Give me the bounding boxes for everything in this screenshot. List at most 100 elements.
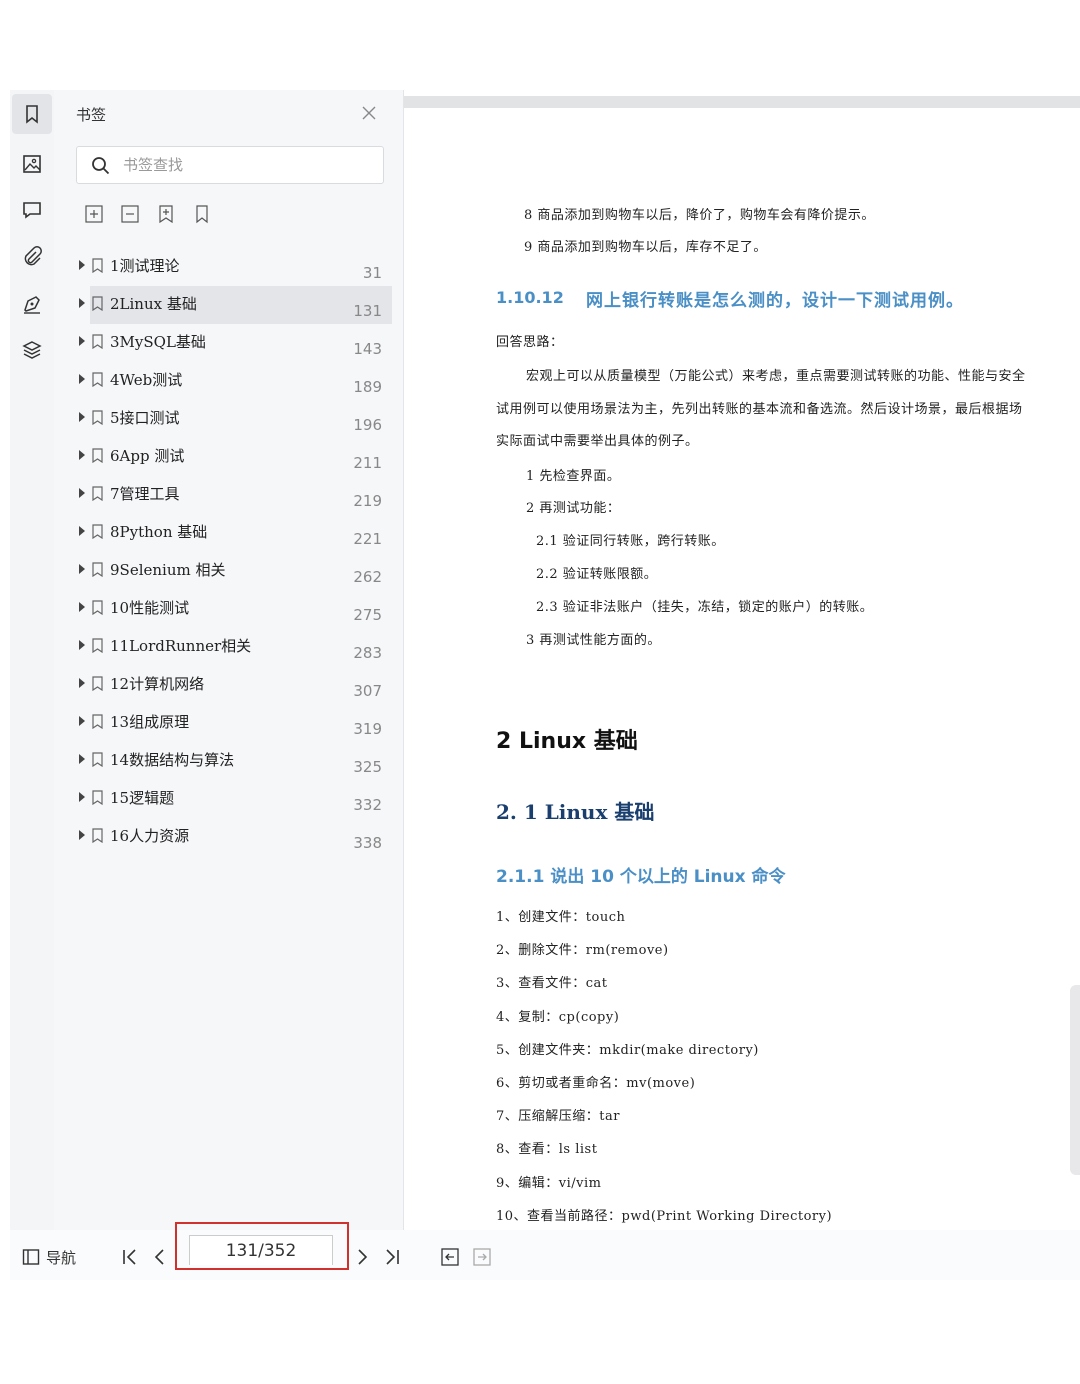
comment-panel-button[interactable] <box>12 190 52 230</box>
bookmark-page-number: 332 <box>353 796 382 814</box>
bookmark-item[interactable]: 15逻辑题 332 <box>54 780 394 818</box>
bookmark-icon <box>92 372 103 387</box>
doc-line: 2 再测试功能： <box>526 501 621 516</box>
navigation-label: 导航 <box>46 1248 77 1267</box>
bookmark-item[interactable]: 9Selenium 相关 262 <box>54 552 394 590</box>
navigation-toggle[interactable]: 导航 <box>22 1246 76 1268</box>
bookmark-icon <box>92 258 103 273</box>
expand-arrow-icon[interactable] <box>79 336 85 346</box>
back-view-button[interactable] <box>440 1246 460 1268</box>
collapse-all-button[interactable] <box>120 204 140 224</box>
bookmark-item[interactable]: 4Web测试 189 <box>54 362 394 400</box>
command-item: 8、查看：ls list <box>496 1142 598 1158</box>
last-page-button[interactable] <box>382 1246 402 1268</box>
previous-page-button[interactable] <box>150 1246 170 1268</box>
doc-line: 2.1 验证同行转账，跨行转账。 <box>536 534 725 549</box>
expand-arrow-icon[interactable] <box>79 526 85 536</box>
expand-arrow-icon[interactable] <box>79 298 85 308</box>
bookmark-label: 16人力资源 <box>110 827 190 845</box>
bookmark-icon <box>92 790 103 805</box>
bookmark-icon <box>92 600 103 615</box>
heading-title: 网上银行转账是怎么测的，设计一下测试用例。 <box>586 291 964 311</box>
first-page-icon <box>123 1249 136 1265</box>
bookmark-page-number: 319 <box>353 720 382 738</box>
attachment-panel-button[interactable] <box>12 236 52 276</box>
page-top-edge <box>404 96 1080 108</box>
bookmark-label: 3MySQL基础 <box>110 333 206 351</box>
bookmark-page-number: 189 <box>353 378 382 396</box>
bookmark-label: 5接口测试 <box>110 409 180 427</box>
signature-panel-button[interactable] <box>12 284 52 324</box>
expand-arrow-icon[interactable] <box>79 640 85 650</box>
expand-arrow-icon[interactable] <box>79 412 85 422</box>
bookmark-label: 6App 测试 <box>110 447 185 465</box>
remove-bookmark-button[interactable] <box>192 204 212 224</box>
expand-arrow-icon[interactable] <box>79 374 85 384</box>
command-item: 5、创建文件夹：mkdir(make directory) <box>496 1042 759 1058</box>
page-number-input[interactable] <box>189 1235 333 1265</box>
last-page-icon <box>386 1249 399 1265</box>
doc-line: 回答思路： <box>496 335 564 350</box>
expand-arrow-icon[interactable] <box>79 450 85 460</box>
bookmark-item[interactable]: 13组成原理 319 <box>54 704 394 742</box>
bookmark-item[interactable]: 12计算机网络 307 <box>54 666 394 704</box>
bookmark-item[interactable]: 6App 测试 211 <box>54 438 394 476</box>
bookmark-label: 7管理工具 <box>110 485 180 503</box>
next-page-button[interactable] <box>352 1246 372 1268</box>
doc-line: 9 商品添加到购物车以后，库存不足了。 <box>524 240 767 255</box>
thumbnail-panel-button[interactable] <box>12 144 52 184</box>
bookmark-icon <box>92 714 103 729</box>
bookmark-page-number: 211 <box>353 454 382 472</box>
bookmark-item[interactable]: 8Python 基础 221 <box>54 514 394 552</box>
bookmark-item[interactable]: 14数据结构与算法 325 <box>54 742 394 780</box>
expand-arrow-icon[interactable] <box>79 792 85 802</box>
bookmark-item[interactable]: 11LordRunner相关 283 <box>54 628 394 666</box>
command-item: 2、删除文件：rm(remove) <box>496 943 669 959</box>
bookmark-item[interactable]: 5接口测试 196 <box>54 400 394 438</box>
doc-paragraph: 试用例可以使用场景法为主，先列出转账的基本流和备选流。然后设计场景，最后根据场 <box>496 402 1023 417</box>
bookmark-label: 15逻辑题 <box>110 789 175 807</box>
doc-line: 1 先检查界面。 <box>526 469 621 484</box>
forward-view-button[interactable] <box>472 1246 492 1268</box>
bookmark-panel-button[interactable] <box>12 94 52 134</box>
comment-icon <box>23 202 41 219</box>
add-bookmark-button[interactable] <box>156 204 176 224</box>
layers-panel-button[interactable] <box>12 330 52 370</box>
bookmark-item[interactable]: 16人力资源 338 <box>54 818 394 856</box>
bookmark-item[interactable]: 7管理工具 219 <box>54 476 394 514</box>
bookmark-label: 1测试理论 <box>110 257 180 275</box>
expand-arrow-icon[interactable] <box>79 488 85 498</box>
close-icon[interactable] <box>360 104 378 122</box>
bookmark-icon <box>92 828 103 843</box>
first-page-button[interactable] <box>120 1246 140 1268</box>
bookmark-item[interactable]: 3MySQL基础 143 <box>54 324 394 362</box>
expand-arrow-icon[interactable] <box>79 602 85 612</box>
expand-arrow-icon[interactable] <box>79 716 85 726</box>
bookmark-label: 12计算机网络 <box>110 675 205 693</box>
page-indicator-highlight <box>175 1222 349 1270</box>
expand-arrow-icon[interactable] <box>79 830 85 840</box>
expand-icon <box>85 205 103 223</box>
status-bar: 导航 <box>10 1222 1080 1280</box>
doc-line: 2.2 验证转账限额。 <box>536 567 658 582</box>
expand-all-button[interactable] <box>84 204 104 224</box>
bookmark-label: 13组成原理 <box>110 713 190 731</box>
command-item: 4、复制：cp(copy) <box>496 1009 620 1025</box>
expand-arrow-icon[interactable] <box>79 678 85 688</box>
bookmark-item[interactable]: 2Linux 基础 131 <box>54 286 394 324</box>
bookmark-search-input[interactable] <box>123 153 373 177</box>
add-bookmark-icon <box>159 205 173 224</box>
command-item: 3、查看文件：cat <box>496 976 608 992</box>
forward-icon <box>473 1248 491 1266</box>
bookmark-page-number: 131 <box>353 302 382 320</box>
expand-arrow-icon[interactable] <box>79 564 85 574</box>
bookmark-icon <box>92 752 103 767</box>
bookmark-label: 8Python 基础 <box>110 523 208 541</box>
bookmark-page-number: 283 <box>353 644 382 662</box>
scrollbar-thumb[interactable] <box>1070 985 1080 1175</box>
bookmark-item[interactable]: 10性能测试 275 <box>54 590 394 628</box>
bookmark-page-number: 143 <box>353 340 382 358</box>
bookmark-item[interactable]: 1测试理论 31 <box>54 248 394 286</box>
expand-arrow-icon[interactable] <box>79 754 85 764</box>
expand-arrow-icon[interactable] <box>79 260 85 270</box>
